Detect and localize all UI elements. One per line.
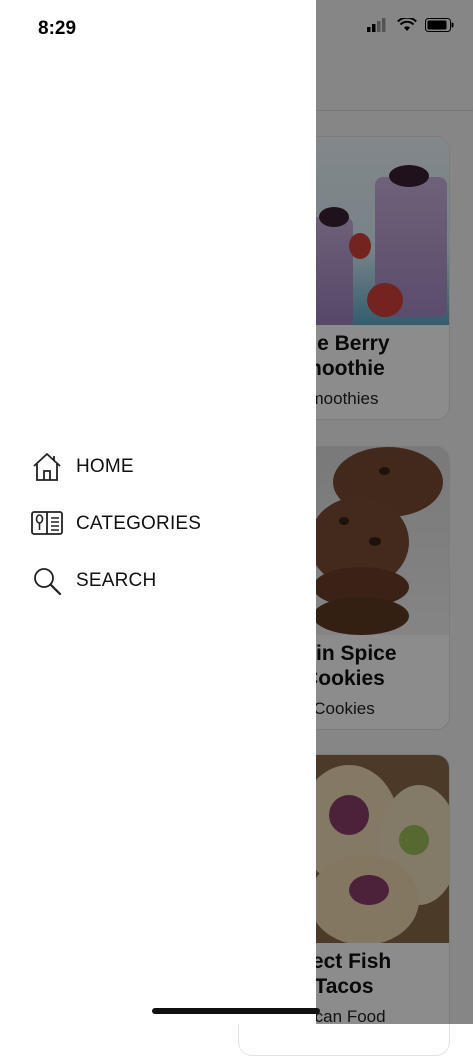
home-icon (30, 450, 64, 484)
search-icon (30, 564, 64, 598)
drawer-item-label: SEARCH (76, 569, 157, 591)
drawer-item-search[interactable]: SEARCH (30, 552, 201, 609)
drawer-item-label: HOME (76, 455, 134, 477)
drawer-item-categories[interactable]: CATEGORIES (30, 495, 201, 552)
drawer-item-label: CATEGORIES (76, 512, 202, 534)
status-time: 8:29 (38, 18, 77, 39)
navigation-drawer: 8:29 HOME CATEGORIES SEARCH (0, 0, 316, 1024)
drawer-item-home[interactable]: HOME (30, 438, 201, 495)
drawer-menu: HOME CATEGORIES SEARCH (30, 438, 201, 609)
home-indicator[interactable] (152, 1008, 320, 1014)
recipe-book-icon (30, 507, 64, 541)
